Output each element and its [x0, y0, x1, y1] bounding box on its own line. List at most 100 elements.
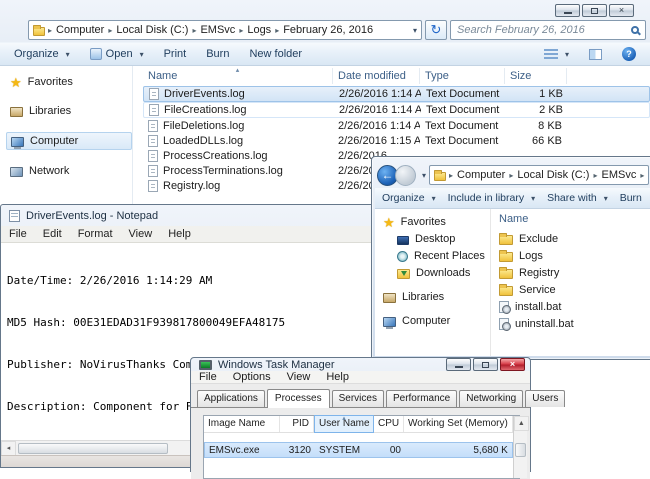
vertical-scrollbar[interactable]: ▲: [512, 416, 529, 478]
tab-performance[interactable]: Performance: [385, 390, 458, 407]
address-dropdown-icon[interactable]: [410, 24, 417, 36]
processes-panel: Image Name PID ▴ User Name CPU Working S…: [191, 407, 530, 479]
minimize-button[interactable]: [446, 358, 471, 371]
folder-row-exclude[interactable]: Exclude: [499, 232, 650, 245]
breadcrumb-date-folder[interactable]: February 26, 2016: [282, 24, 374, 36]
column-header-date-modified[interactable]: Date modified: [333, 68, 420, 84]
breadcrumb-separator-icon: [590, 169, 600, 181]
breadcrumb-computer[interactable]: Computer: [456, 169, 506, 181]
tab-users[interactable]: Users: [525, 390, 566, 407]
breadcrumb-computer[interactable]: Computer: [55, 24, 105, 36]
maximize-button[interactable]: [473, 358, 498, 371]
address-bar[interactable]: Computer Local Disk (C:) EMSvc Logs Febr…: [28, 20, 422, 40]
column-header-size[interactable]: Size: [505, 68, 567, 84]
column-header-cpu[interactable]: CPU: [374, 416, 404, 432]
refresh-button[interactable]: ↻: [425, 20, 447, 40]
breadcrumb-emsvc[interactable]: EMSvc: [199, 24, 236, 36]
organize-button[interactable]: Organize: [377, 190, 441, 206]
close-button[interactable]: ×: [500, 358, 525, 371]
views-button[interactable]: [536, 47, 577, 61]
menu-options[interactable]: Options: [225, 371, 279, 383]
process-row-emsvc[interactable]: EMSvc.exe 3120 SYSTEM 00 5,680 K: [204, 442, 513, 458]
folder-row-logs[interactable]: Logs: [499, 249, 650, 262]
file-row-uninstall-bat[interactable]: uninstall.bat: [499, 317, 650, 331]
folder-icon: [499, 233, 513, 245]
column-header-name[interactable]: ▴ Name: [143, 67, 333, 84]
new-folder-button[interactable]: New folder: [241, 46, 310, 62]
menu-help[interactable]: Help: [160, 228, 199, 240]
sidebar-item-downloads[interactable]: Downloads: [395, 266, 490, 280]
breadcrumb-local-disk[interactable]: Local Disk (C:): [115, 24, 189, 36]
share-with-button[interactable]: Share with: [542, 190, 613, 206]
close-button[interactable]: ×: [609, 4, 634, 17]
task-manager-titlebar[interactable]: Windows Task Manager ×: [191, 358, 530, 371]
include-in-library-button[interactable]: Include in library: [443, 190, 540, 206]
breadcrumb-emsvc[interactable]: EMSvc: [600, 169, 637, 181]
task-manager-window: Windows Task Manager × File Options View…: [190, 357, 566, 479]
help-button[interactable]: ?: [614, 45, 644, 63]
sort-ascending-icon: ▴: [342, 415, 346, 422]
forward-button[interactable]: [395, 164, 416, 186]
menu-view[interactable]: View: [279, 371, 319, 383]
column-header-name[interactable]: Name: [499, 213, 650, 225]
sidebar-item-desktop[interactable]: Desktop: [395, 232, 490, 246]
menu-file[interactable]: File: [191, 371, 225, 383]
column-header-pid[interactable]: PID: [280, 416, 314, 432]
menu-view[interactable]: View: [121, 228, 161, 240]
sidebar-item-favorites[interactable]: ★ Favorites: [381, 215, 490, 229]
computer-icon: [11, 137, 24, 149]
notepad-titlebar[interactable]: DriverEvents.log - Notepad: [1, 205, 393, 226]
folder-icon: [434, 170, 447, 181]
scroll-left-icon[interactable]: ◂: [1, 440, 16, 456]
file-row-install-bat[interactable]: install.bat: [499, 300, 650, 314]
tab-services[interactable]: Services: [331, 390, 384, 407]
text-file-icon: [148, 119, 158, 132]
maximize-button[interactable]: [582, 4, 607, 17]
breadcrumb-separator-icon: [637, 169, 647, 181]
scroll-up-icon[interactable]: ▲: [513, 416, 529, 431]
scrollbar-thumb[interactable]: [514, 443, 526, 457]
column-header-working-set[interactable]: Working Set (Memory): [404, 416, 513, 432]
folder-row-service[interactable]: Service: [499, 283, 650, 296]
file-row-loadeddlls[interactable]: LoadedDLLs.log 2/26/2016 1:15 AM Text Do…: [143, 133, 650, 148]
sidebar-item-favorites[interactable]: ★ Favorites: [6, 74, 132, 90]
menu-file[interactable]: File: [1, 228, 35, 240]
search-input[interactable]: [457, 24, 627, 36]
sidebar-item-libraries[interactable]: Libraries: [6, 103, 132, 119]
address-row: Computer Local Disk (C:) EMSvc Logs Febr…: [0, 18, 650, 42]
menu-edit[interactable]: Edit: [35, 228, 70, 240]
history-dropdown-icon[interactable]: [419, 169, 426, 181]
sidebar-item-libraries[interactable]: Libraries: [381, 290, 490, 304]
preview-pane-button[interactable]: [581, 47, 610, 62]
breadcrumb-separator-icon: [236, 24, 246, 36]
file-row-filecreations[interactable]: FileCreations.log 2/26/2016 1:14 AM Text…: [143, 102, 650, 118]
minimize-button[interactable]: [555, 4, 580, 17]
burn-button[interactable]: Burn: [198, 46, 237, 62]
address-bar[interactable]: Computer Local Disk (C:) EMSvc: [429, 165, 649, 185]
breadcrumb-logs[interactable]: Logs: [246, 24, 272, 36]
sidebar-item-computer[interactable]: Computer: [381, 314, 490, 329]
breadcrumb-local-disk[interactable]: Local Disk (C:): [516, 169, 590, 181]
open-button[interactable]: Open: [82, 46, 152, 62]
print-button[interactable]: Print: [156, 46, 195, 62]
tab-networking[interactable]: Networking: [459, 390, 524, 407]
text-file-icon: [148, 179, 158, 192]
sidebar-item-network[interactable]: Network: [6, 163, 132, 179]
folder-row-registry[interactable]: Registry: [499, 266, 650, 279]
libraries-icon: [10, 107, 23, 117]
organize-button[interactable]: Organize: [6, 46, 78, 62]
menu-help[interactable]: Help: [318, 371, 357, 383]
sidebar-item-computer[interactable]: Computer: [6, 132, 132, 150]
search-icon: [631, 26, 639, 34]
tab-applications[interactable]: Applications: [197, 390, 265, 407]
menu-format[interactable]: Format: [70, 228, 121, 240]
tab-processes[interactable]: Processes: [266, 389, 330, 408]
scrollbar-thumb[interactable]: [18, 442, 168, 454]
column-header-type[interactable]: Type: [420, 68, 505, 84]
burn-button[interactable]: Burn: [615, 190, 647, 206]
column-header-image-name[interactable]: Image Name: [204, 416, 280, 432]
column-header-user-name[interactable]: ▴ User Name: [314, 415, 374, 433]
file-row-driverevents[interactable]: DriverEvents.log 2/26/2016 1:14 AM Text …: [143, 86, 650, 102]
sidebar-item-recent-places[interactable]: Recent Places: [395, 249, 490, 263]
file-row-filedeletions[interactable]: FileDeletions.log 2/26/2016 1:14 AM Text…: [143, 118, 650, 133]
